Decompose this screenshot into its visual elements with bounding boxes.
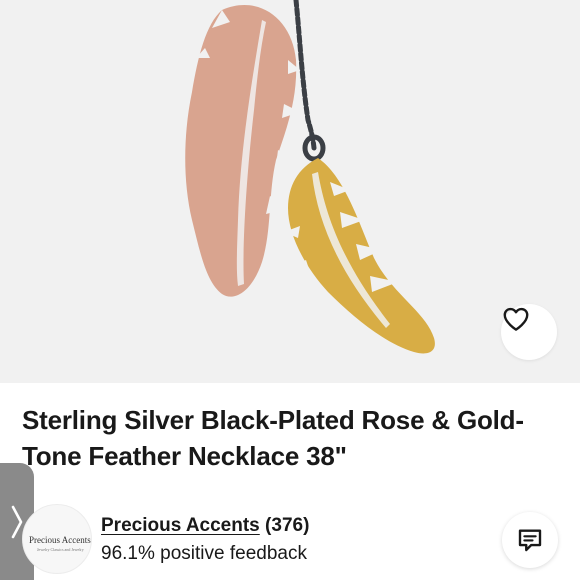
favorite-button[interactable] xyxy=(501,304,557,360)
seller-logo-text: Precious Accents xyxy=(29,535,91,545)
rose-feather xyxy=(185,5,300,297)
seller-avatar[interactable]: Precious Accents Jewelry Classics and Je… xyxy=(22,504,92,574)
seller-feedback: 96.1% positive feedback xyxy=(101,543,307,564)
seller-name-link[interactable]: Precious Accents xyxy=(101,515,260,536)
product-image[interactable] xyxy=(0,0,580,383)
listing-title: Sterling Silver Black-Plated Rose & Gold… xyxy=(22,405,524,471)
seller-info: Precious Accents (376) xyxy=(101,513,309,539)
chain xyxy=(293,0,317,151)
gold-feather xyxy=(284,158,435,354)
seller-logo-subtext: Jewelry Classics and Jewelry xyxy=(37,547,84,552)
feather-necklace-image xyxy=(185,0,435,354)
heart-outline-icon xyxy=(503,307,529,331)
message-seller-button[interactable] xyxy=(502,512,558,568)
chat-bubble-icon xyxy=(518,529,542,552)
seller-rating-count: (376) xyxy=(265,515,310,536)
